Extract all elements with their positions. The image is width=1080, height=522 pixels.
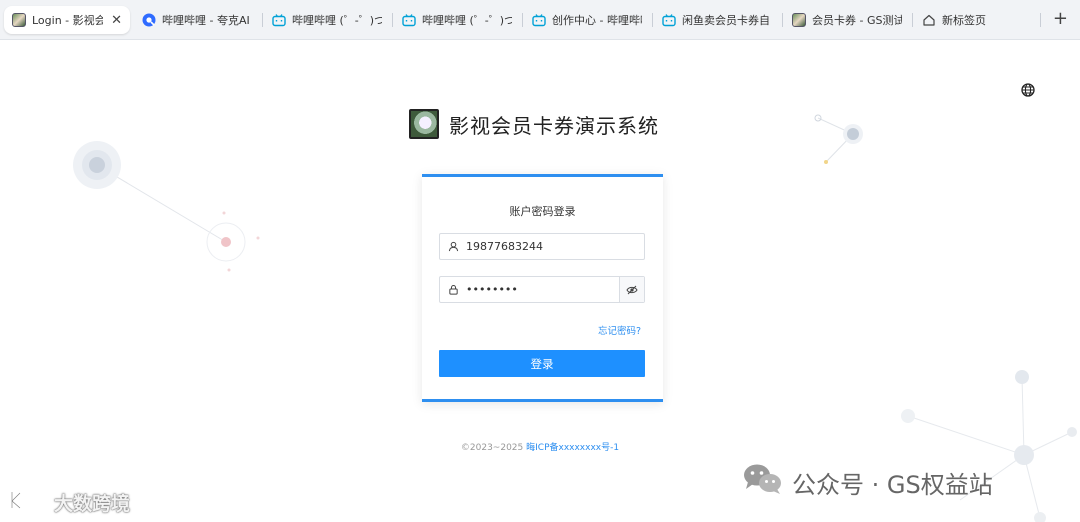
eye-off-icon [626,280,638,299]
lock-icon [440,284,466,295]
forgot-password-link[interactable]: 忘记密码? [598,323,641,337]
login-card-title: 账户密码登录 [509,205,576,218]
bilibili-icon [662,13,676,27]
bilibili-icon [532,13,546,27]
watermark-left-text: 大数跨境 [54,493,131,515]
tab-login[interactable]: Login - 影视会 ✕ [4,6,130,34]
tab-creator-center[interactable]: 创作中心 - 哔哩哔哩 [524,6,650,34]
tab-title: Login - 影视会 [32,14,104,27]
tab-separator [1040,13,1041,27]
tab-title: 创作中心 - 哔哩哔哩 [552,14,642,27]
tab-separator [522,13,523,27]
password-visibility-toggle[interactable] [619,277,644,302]
tab-bilibili-1[interactable]: 哔哩哔哩 (゜-゜)つ [264,6,390,34]
tab-title: 会员卡券 - GS测试 [812,14,902,27]
tab-title: 哔哩哔哩 (゜-゜)つ [292,14,382,27]
tab-separator [782,13,783,27]
tab-xianyu[interactable]: 闲鱼卖会员卡券自 [654,6,780,34]
home-icon [922,13,936,27]
username-value: 19877683244 [466,240,543,253]
login-button[interactable]: 登录 [439,350,645,377]
new-tab-button[interactable]: + [1053,9,1068,29]
wechat-icon [742,462,784,502]
login-card: 账户密码登录 19877683244 •••••••• 忘记密码? 登录 [422,174,663,402]
bilibili-icon [402,13,416,27]
tab-member-card[interactable]: 会员卡券 - GS测试 [784,6,910,34]
logo [409,109,439,139]
tab-quark-ai[interactable]: 哔哩哔哩 - 夸克AI [134,6,258,34]
close-icon[interactable]: ✕ [111,13,122,28]
avatar-favicon-icon [792,13,806,27]
tab-separator [262,13,263,27]
watermark-logo-icon [8,489,48,516]
password-value: •••••••• [466,283,518,296]
username-field[interactable]: 19877683244 [439,233,645,260]
tab-title: 哔哩哔哩 (゜-゜)つ [422,14,512,27]
icp-link[interactable]: 晦ICP备xxxxxxxx号-1 [526,443,619,453]
quark-ai-icon [142,13,156,27]
tab-separator [912,13,913,27]
tab-title: 新标签页 [942,14,986,27]
tab-title: 闲鱼卖会员卡券自 [682,14,770,27]
footer: ©2023~2025 晦ICP备xxxxxxxx号-1 [0,440,1080,453]
tab-separator [392,13,393,27]
copyright-text: ©2023~2025 [460,443,527,453]
page-title: 影视会员卡券演示系统 [449,113,659,138]
avatar-favicon-icon [12,13,26,27]
watermark-right: 公众号 · GS权益站 [742,462,993,502]
tab-bilibili-2[interactable]: 哔哩哔哩 (゜-゜)つ [394,6,520,34]
tab-separator [652,13,653,27]
globe-icon[interactable] [1020,82,1036,98]
tab-title: 哔哩哔哩 - 夸克AI [162,14,250,27]
user-icon [440,241,466,252]
browser-tab-bar: Login - 影视会 ✕ 哔哩哔哩 - 夸克AI 哔哩哔哩 (゜-゜)つ 哔哩… [0,0,1080,40]
tab-new-tab-page[interactable]: 新标签页 [914,6,1024,34]
brand-header: 影视会员卡券演示系统 [409,108,659,140]
watermark-right-text: 公众号 · GS权益站 [792,470,993,499]
bilibili-icon [272,13,286,27]
password-field[interactable]: •••••••• [439,276,645,303]
watermark-left: 大数跨境 [8,489,130,516]
